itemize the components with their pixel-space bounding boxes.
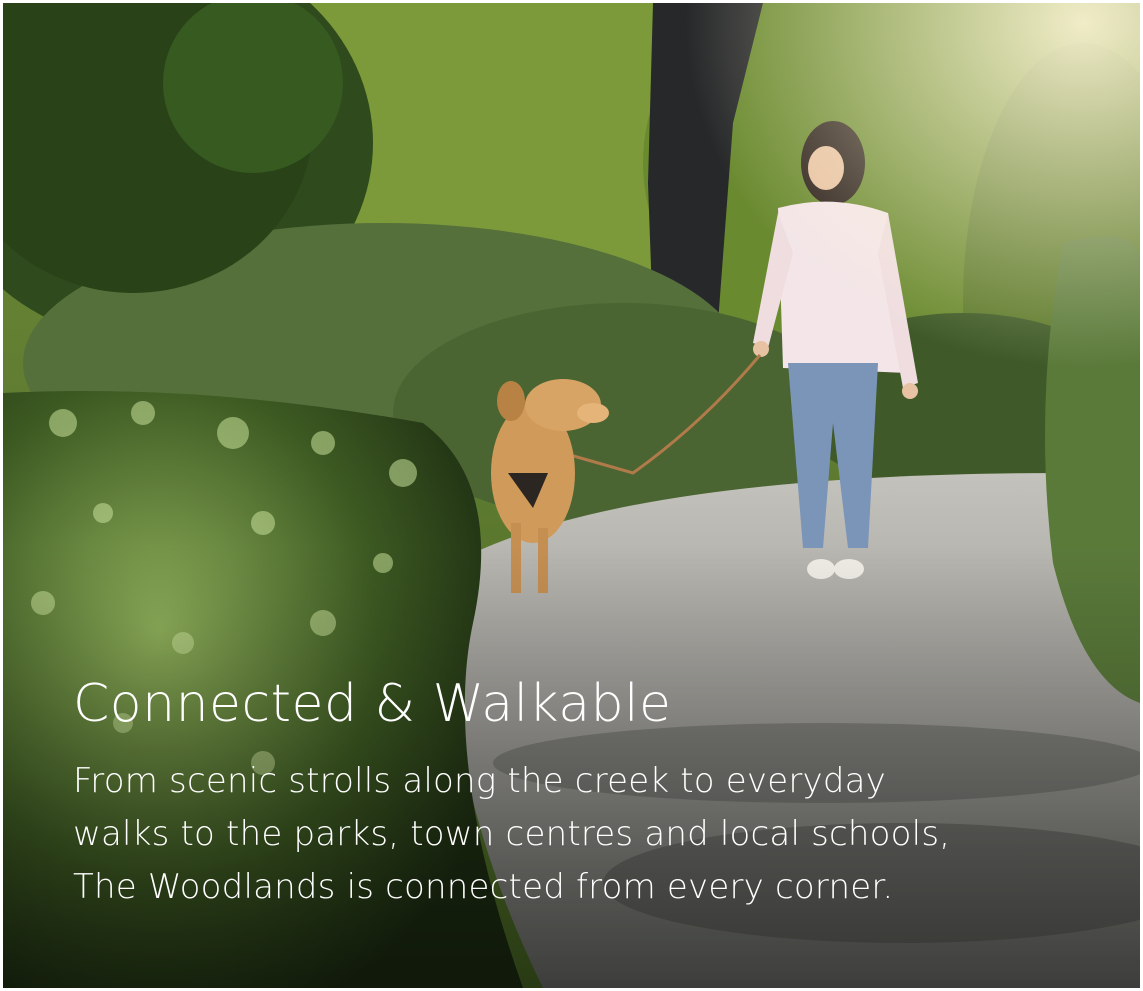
hero-description-line: The Woodlands is connected from every co… bbox=[73, 867, 894, 907]
hero-description-line: walks to the parks, town centres and loc… bbox=[73, 814, 951, 854]
hero-description-line: From scenic strolls along the creek to e… bbox=[73, 761, 886, 801]
hero-description: From scenic strolls along the creek to e… bbox=[73, 755, 1113, 914]
hero-text-block: Connected & Walkable From scenic strolls… bbox=[73, 671, 1113, 914]
hero-card: Connected & Walkable From scenic strolls… bbox=[3, 3, 1140, 988]
hero-headline: Connected & Walkable bbox=[73, 674, 672, 734]
